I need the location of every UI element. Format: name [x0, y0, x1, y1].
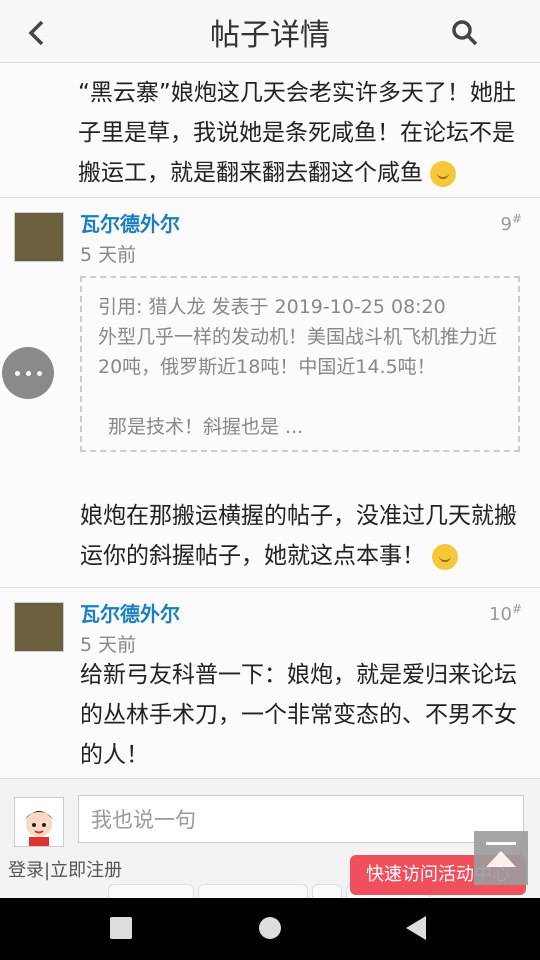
quote-line: 20吨，俄罗斯近18吨！中国近14.5吨！ [98, 356, 436, 378]
home-icon[interactable] [259, 917, 281, 939]
floor-number: 9# [500, 212, 522, 235]
post-floor-9: 瓦尔德外尔 5 天前 9# 引用: 猎人龙 发表于 2019-10-25 08:… [0, 198, 540, 588]
reply-input[interactable]: 我也说一句 [78, 795, 524, 843]
author-name[interactable]: 瓦尔德外尔 [80, 208, 180, 237]
search-icon[interactable] [450, 18, 480, 48]
more-options-button[interactable] [2, 347, 54, 399]
reply-bar: 我也说一句 [0, 778, 540, 853]
previous-post-tail: “黑云寨”娘炮这几天会老实许多天了！她肚子里是草，我说她是条死咸鱼！在论坛不是搬… [0, 63, 540, 198]
back-icon[interactable] [406, 916, 426, 940]
my-avatar [14, 797, 64, 847]
quote-line: 外型几乎一样的发动机！美国战斗机飞机推力近 [98, 326, 498, 348]
login-link[interactable]: 登录 [8, 860, 44, 881]
author-name[interactable]: 瓦尔德外尔 [80, 598, 180, 627]
recents-icon[interactable] [110, 917, 132, 939]
top-bar: 帖子详情 [0, 0, 540, 63]
quote-block: 引用: 猎人龙 发表于 2019-10-25 08:20 外型几乎一样的发动机！… [80, 276, 520, 452]
smirk-emoji-icon [432, 543, 459, 570]
avatar[interactable] [14, 212, 64, 262]
post-body: 给新弓友科普一下：娘炮，就是爱归来论坛的丛林手术刀，一个非常变态的、不男不女的人… [80, 662, 517, 768]
quote-header: 引用: 猎人龙 发表于 2019-10-25 08:20 [98, 296, 446, 318]
thread-content[interactable]: “黑云寨”娘炮这几天会老实许多天了！她肚子里是草，我说她是条死咸鱼！在论坛不是搬… [0, 63, 540, 778]
scroll-to-top-button[interactable] [474, 831, 528, 885]
quote-line: 那是技术！斜握也是 ... [108, 416, 304, 438]
floor-number: 10# [489, 602, 522, 625]
register-link[interactable]: 立即注册 [50, 860, 122, 881]
post-time: 5 天前 [80, 244, 137, 266]
system-nav-bar [0, 898, 540, 960]
arrow-up-icon [486, 842, 516, 867]
smirk-emoji-icon [430, 160, 457, 187]
avatar[interactable] [14, 602, 64, 652]
post-time: 5 天前 [80, 634, 137, 656]
post-floor-10: 瓦尔德外尔 5 天前 10# 给新弓友科普一下：娘炮，就是爱归来论坛的丛林手术刀… [0, 588, 540, 778]
